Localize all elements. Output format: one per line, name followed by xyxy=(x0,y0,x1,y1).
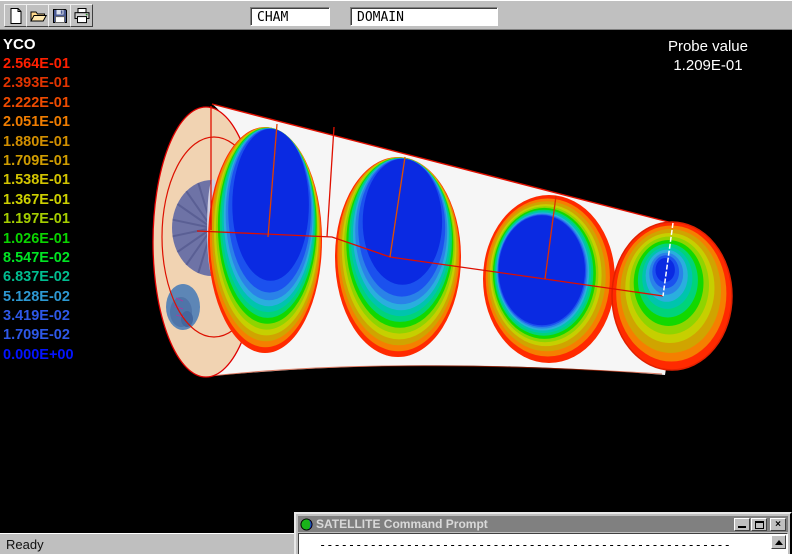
probe-readout: Probe value 1.209E-01 xyxy=(668,37,748,75)
legend-entry: 1.538E-01 xyxy=(3,171,74,190)
maximize-button[interactable] xyxy=(751,518,767,531)
contour-disc-4 xyxy=(612,222,732,370)
color-legend: 2.564E-012.393E-012.222E-012.051E-011.88… xyxy=(3,55,74,365)
legend-entry: 8.547E-02 xyxy=(3,249,74,268)
maximize-icon xyxy=(755,521,764,529)
legend-entry: 2.222E-01 xyxy=(3,94,74,113)
save-icon xyxy=(51,7,69,25)
toolbar: CHAM DOMAIN xyxy=(0,0,792,30)
legend-entry: 1.197E-01 xyxy=(3,210,74,229)
open-folder-button[interactable] xyxy=(26,4,49,27)
window-title: SATELLITE Command Prompt xyxy=(316,517,731,531)
print-icon xyxy=(73,7,91,25)
legend-entry: 0.000E+00 xyxy=(3,346,74,365)
cham-field[interactable]: CHAM xyxy=(250,7,330,26)
graphics-viewport[interactable]: YCO 2.564E-012.393E-012.222E-012.051E-01… xyxy=(0,30,792,533)
new-document-button[interactable] xyxy=(4,4,27,27)
3d-contour-scene xyxy=(0,30,792,533)
title-bar[interactable]: SATELLITE Command Prompt × xyxy=(298,516,788,532)
application-window: CHAM DOMAIN xyxy=(0,0,792,554)
scroll-up-icon xyxy=(775,540,783,545)
legend-entry: 1.367E-01 xyxy=(3,191,74,210)
satellite-command-prompt-window: SATELLITE Command Prompt × -------------… xyxy=(294,512,792,554)
legend-entry: 3.419E-02 xyxy=(3,307,74,326)
window-controls: × xyxy=(734,518,786,531)
command-output-line: ----------------------------------------… xyxy=(319,538,731,552)
legend-entry: 5.128E-02 xyxy=(3,288,74,307)
save-button[interactable] xyxy=(48,4,71,27)
probe-value: 1.209E-01 xyxy=(668,56,748,75)
legend-entry: 1.880E-01 xyxy=(3,133,74,152)
variable-label: YCO xyxy=(3,36,36,53)
swirl-blob xyxy=(166,284,200,330)
domain-field[interactable]: DOMAIN xyxy=(350,7,498,26)
legend-entry: 1.709E-02 xyxy=(3,326,74,345)
legend-entry: 2.393E-01 xyxy=(3,74,74,93)
legend-entry: 2.051E-01 xyxy=(3,113,74,132)
legend-entry: 1.709E-01 xyxy=(3,152,74,171)
close-button[interactable]: × xyxy=(770,518,786,531)
command-output-area[interactable]: ----------------------------------------… xyxy=(298,533,788,554)
contour-disc-1 xyxy=(208,127,322,353)
status-text: Ready xyxy=(6,537,44,552)
open-folder-icon xyxy=(29,7,47,25)
print-button[interactable] xyxy=(70,4,93,27)
probe-label: Probe value xyxy=(668,37,748,56)
close-icon: × xyxy=(775,519,781,530)
satellite-app-icon xyxy=(300,518,313,531)
legend-entry: 6.837E-02 xyxy=(3,268,74,287)
contour-disc-2 xyxy=(335,157,461,357)
scroll-up-button[interactable] xyxy=(771,535,786,549)
minimize-button[interactable] xyxy=(734,518,750,531)
legend-entry: 2.564E-01 xyxy=(3,55,74,74)
minimize-icon xyxy=(738,526,746,528)
legend-entry: 1.026E-01 xyxy=(3,230,74,249)
new-document-icon xyxy=(7,7,25,25)
